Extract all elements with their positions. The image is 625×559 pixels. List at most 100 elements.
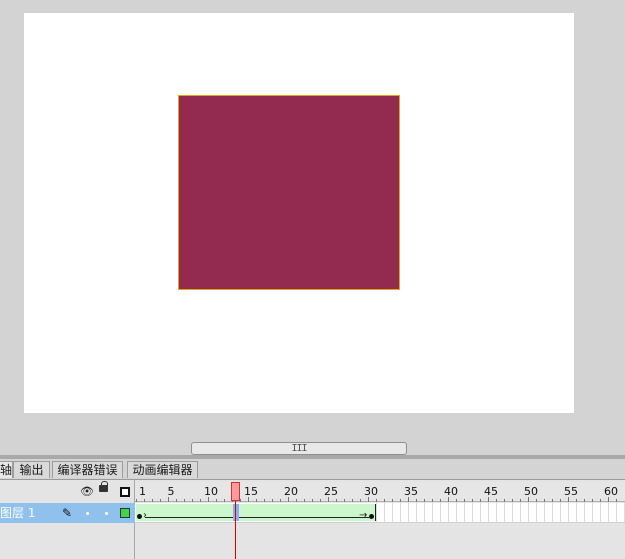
frame-cell-divider [472, 503, 473, 522]
ruler-label: 35 [404, 485, 418, 498]
ruler-tick [600, 499, 601, 502]
lock-icon[interactable] [99, 485, 108, 492]
tab-compiler-errors[interactable]: 编译器错误 [52, 461, 123, 478]
ruler-tick [352, 499, 353, 502]
ruler-tick [496, 499, 497, 502]
frame-cell-divider [576, 503, 577, 522]
ruler-label: 55 [564, 485, 578, 498]
ruler-tick [144, 499, 145, 502]
frame-cell-divider [392, 503, 393, 522]
frame-cell-divider [600, 503, 601, 522]
ruler-tick [552, 499, 553, 502]
frame-cell-divider [456, 503, 457, 522]
ruler-tick [392, 499, 393, 502]
ruler-tick [184, 499, 185, 502]
ruler-tick [464, 499, 465, 502]
frame-cell-divider [416, 503, 417, 522]
tab-timeline-label: 时间轴 [0, 463, 12, 477]
ruler-tick [136, 499, 137, 502]
frame-cell-divider [592, 503, 593, 522]
frame-cell-divider [440, 503, 441, 522]
ruler-tick [296, 499, 297, 502]
ruler-tick [416, 499, 417, 502]
tab-timeline[interactable]: 时间轴 [0, 461, 13, 478]
ruler-tick [536, 499, 537, 502]
ruler-tick [432, 499, 433, 502]
ruler-tick [400, 499, 401, 502]
ruler-tick [328, 497, 329, 502]
ruler-tick [192, 499, 193, 502]
playhead[interactable] [231, 482, 240, 501]
ruler-tick [360, 499, 361, 502]
ruler-tick [592, 499, 593, 502]
frame-cell-divider [584, 503, 585, 522]
ruler-tick [408, 497, 409, 502]
frame-cell-divider [496, 503, 497, 522]
ruler-label: 1 [139, 485, 146, 498]
pencil-icon: ✎ [62, 506, 73, 520]
ruler-tick [528, 497, 529, 502]
ruler-tick [616, 499, 617, 502]
frame-cell-divider [512, 503, 513, 522]
frame-cell-divider [408, 503, 409, 522]
frame-cell-divider [616, 503, 617, 522]
ruler-tick [208, 497, 209, 502]
ruler-tick [576, 499, 577, 502]
frame-cell-divider [448, 503, 449, 522]
ruler-tick [488, 497, 489, 502]
ruler-tick [440, 499, 441, 502]
keyframe-end[interactable] [369, 514, 374, 519]
ruler-tick [520, 499, 521, 502]
ruler-tick [160, 499, 161, 502]
ruler-tick [344, 499, 345, 502]
ruler-tick [272, 499, 273, 502]
keyframe-start[interactable] [137, 514, 142, 519]
visible-dot-icon[interactable] [86, 512, 89, 515]
tab-output[interactable]: 输出 [13, 461, 50, 478]
ruler-tick [312, 499, 313, 502]
ruler-label: 40 [444, 485, 458, 498]
ruler-tick [280, 499, 281, 502]
ruler-tick [480, 499, 481, 502]
frame-cell-divider [464, 503, 465, 522]
ruler-tick [256, 499, 257, 502]
ruler-tick [424, 499, 425, 502]
frame-cell-divider [544, 503, 545, 522]
ruler-tick [376, 499, 377, 502]
ruler-tick [608, 497, 609, 502]
ruler-tick [248, 497, 249, 502]
lock-dot-icon[interactable] [105, 512, 108, 515]
ruler-tick [544, 499, 545, 502]
motion-tween-span[interactable] [136, 504, 376, 521]
current-frame-cell [233, 504, 239, 521]
ruler-tick [176, 499, 177, 502]
frame-cell-divider [528, 503, 529, 522]
frame-cell-divider [488, 503, 489, 522]
frame-cell-divider [376, 503, 377, 522]
ruler-tick [264, 499, 265, 502]
frame-cell-divider [424, 503, 425, 522]
ruler-tick [504, 499, 505, 502]
splitter-handle[interactable]: III [191, 442, 407, 455]
layer-name[interactable]: 图层 1 [0, 503, 35, 523]
ruler-label: 20 [284, 485, 298, 498]
ruler-tick [512, 499, 513, 502]
ruler-label: 15 [244, 485, 258, 498]
outline-toggle-icon[interactable] [120, 487, 130, 497]
frame-cell-divider [504, 503, 505, 522]
tween-start-arrow-icon: › [143, 510, 147, 521]
frame-cell-divider [536, 503, 537, 522]
rectangle-shape[interactable] [178, 95, 400, 290]
frame-cell-divider [560, 503, 561, 522]
ruler-label: 45 [484, 485, 498, 498]
ruler-label: 30 [364, 485, 378, 498]
ruler-tick [152, 499, 153, 502]
tween-end-arrow-icon: → [359, 510, 368, 521]
show-hide-eye-icon[interactable]: 👁 [80, 485, 94, 499]
frame-cell-divider [568, 503, 569, 522]
ruler-label: 25 [324, 485, 338, 498]
tab-motion-editor[interactable]: 动画编辑器 [127, 461, 198, 478]
ruler-tick [384, 499, 385, 502]
layer-color-swatch[interactable] [120, 508, 130, 518]
ruler-tick [288, 497, 289, 502]
